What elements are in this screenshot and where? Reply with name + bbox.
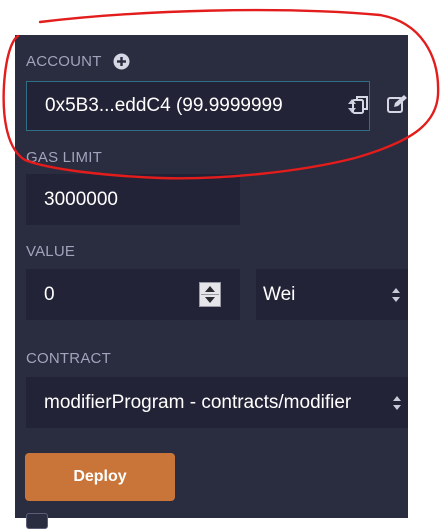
value-amount: 0	[44, 283, 55, 305]
value-label: VALUE	[26, 243, 75, 260]
select-arrows-icon	[393, 395, 401, 410]
value-stepper[interactable]	[199, 282, 221, 307]
gas-limit-label-text: GAS LIMIT	[26, 149, 102, 166]
gas-limit-input[interactable]: 3000000	[26, 174, 240, 225]
gas-limit-value: 3000000	[44, 188, 118, 210]
copy-icon[interactable]	[352, 95, 370, 115]
deploy-button[interactable]: Deploy	[25, 453, 175, 501]
account-select-value: 0x5B3...eddC4 (99.9999999	[45, 95, 283, 116]
value-label-text: VALUE	[26, 243, 76, 260]
value-unit: Wei	[263, 283, 296, 305]
deploy-button-label: Deploy	[73, 468, 127, 485]
account-label-text: ACCOUNT	[26, 53, 102, 70]
account-select[interactable]: 0x5B3...eddC4 (99.9999999	[26, 81, 370, 131]
edit-icon[interactable]	[387, 94, 407, 114]
value-unit-select[interactable]: Wei	[256, 269, 408, 320]
contract-label-text: CONTRACT	[26, 350, 111, 367]
contract-selected: modifierProgram - contracts/modifier	[44, 391, 352, 413]
plus-circle-icon[interactable]	[113, 53, 130, 70]
value-input[interactable]: 0	[26, 269, 240, 320]
contract-select[interactable]: modifierProgram - contracts/modifier	[26, 377, 408, 428]
stepper-arrows-icon	[201, 286, 219, 303]
checkbox[interactable]	[26, 513, 48, 529]
select-arrows-icon	[392, 287, 400, 302]
gas-limit-label: GAS LIMIT	[26, 149, 102, 166]
account-label: ACCOUNT	[26, 53, 102, 70]
contract-label: CONTRACT	[26, 350, 111, 367]
